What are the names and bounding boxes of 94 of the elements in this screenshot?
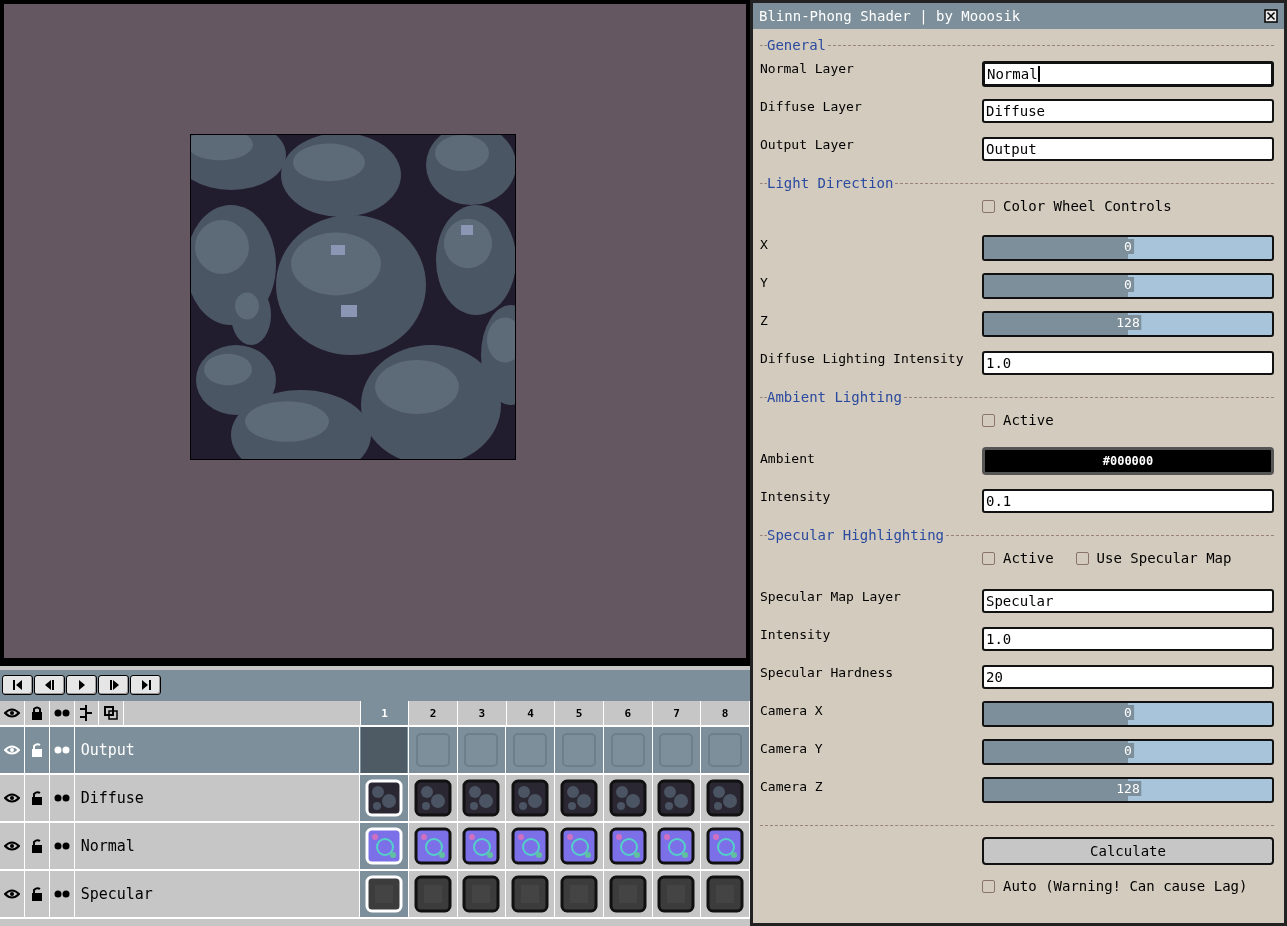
slider-value: 0 xyxy=(1122,239,1134,254)
text-field[interactable]: Normal xyxy=(982,61,1274,87)
field-label: Camera Y xyxy=(760,740,824,756)
close-icon[interactable] xyxy=(1264,9,1278,23)
field-label: Diffuse Layer xyxy=(760,98,863,114)
field-label: Normal Layer xyxy=(760,60,855,76)
unlocked-icon[interactable] xyxy=(30,791,43,805)
unlocked-icon[interactable] xyxy=(30,887,43,901)
cel-thumbnail[interactable] xyxy=(462,875,501,913)
cel-thumbnail[interactable] xyxy=(413,779,452,817)
field-label: Camera Z xyxy=(760,778,824,794)
field-label: Specular Map Layer xyxy=(760,588,902,604)
field-label: Ambient xyxy=(760,450,816,466)
slider-value: 0 xyxy=(1122,705,1134,720)
lock-icon[interactable] xyxy=(30,706,43,720)
cel-thumbnail[interactable] xyxy=(511,827,550,865)
unlocked-icon[interactable] xyxy=(30,839,43,853)
checkbox-label[interactable]: Active xyxy=(1003,550,1054,566)
checkbox[interactable] xyxy=(1075,551,1089,565)
next-frame-button[interactable] xyxy=(98,675,129,695)
text-field[interactable]: 0.1 xyxy=(982,489,1274,513)
cel-thumbnail[interactable] xyxy=(706,827,745,865)
checkbox[interactable] xyxy=(982,413,995,427)
section-heading: Ambient Lighting xyxy=(767,389,903,405)
dots-icon[interactable] xyxy=(53,709,70,717)
layers-icon[interactable] xyxy=(104,706,119,720)
checkbox[interactable] xyxy=(982,551,995,565)
section-heading: General xyxy=(767,37,827,53)
frame-number[interactable]: 7 xyxy=(652,701,702,725)
text-field[interactable]: Diffuse xyxy=(982,99,1274,123)
cel-thumbnail[interactable] xyxy=(706,875,745,913)
text-field[interactable]: Specular xyxy=(982,589,1274,613)
eye-icon[interactable] xyxy=(3,889,20,899)
field-label: Output Layer xyxy=(760,136,855,152)
play-button[interactable] xyxy=(66,675,97,695)
cel-thumbnail[interactable] xyxy=(511,875,550,913)
checkbox[interactable] xyxy=(982,199,995,213)
skip-start-icon xyxy=(10,679,25,691)
calculate-button[interactable]: Calculate xyxy=(982,837,1274,865)
cel-thumbnail[interactable] xyxy=(413,875,452,913)
slider-value: 128 xyxy=(1114,781,1142,796)
checkbox-label[interactable]: Active xyxy=(1003,412,1054,428)
field-label: Diffuse Lighting Intensity xyxy=(760,350,965,366)
eye-icon[interactable] xyxy=(3,793,20,803)
cel-thumbnail[interactable] xyxy=(559,875,598,913)
dots-icon[interactable] xyxy=(53,794,70,802)
first-frame-button[interactable] xyxy=(2,675,33,695)
field-label: X xyxy=(760,236,769,252)
slider-value: 128 xyxy=(1114,315,1142,330)
previous-frame-button[interactable] xyxy=(34,675,65,695)
field-label: Y xyxy=(760,274,769,290)
slider-value: 0 xyxy=(1122,743,1134,758)
cel-thumbnail[interactable] xyxy=(706,779,745,817)
frame-number[interactable]: 2 xyxy=(409,701,458,725)
cel-thumbnail[interactable] xyxy=(462,779,501,817)
frame-number[interactable]: 4 xyxy=(506,701,556,725)
cel-thumbnail[interactable] xyxy=(559,779,598,817)
checkbox[interactable] xyxy=(982,879,995,893)
dialog-title: Blinn-Phong Shader | by Mooosik xyxy=(759,8,1021,24)
text-field[interactable]: Output xyxy=(982,137,1274,161)
field-label: Z xyxy=(760,312,769,328)
cel-thumbnail[interactable] xyxy=(608,779,647,817)
dots-icon[interactable] xyxy=(53,890,70,898)
checkbox-label[interactable]: Use Specular Map xyxy=(1096,550,1232,566)
cel-thumbnail[interactable] xyxy=(413,827,452,865)
eye-icon[interactable] xyxy=(3,841,20,851)
cel-thumbnail[interactable] xyxy=(657,827,696,865)
frame-number[interactable]: 6 xyxy=(604,701,653,725)
cel-thumbnail[interactable] xyxy=(608,827,647,865)
section-heading: Specular Highlighting xyxy=(767,527,945,543)
field-label: Camera X xyxy=(760,702,824,718)
cel-thumbnail[interactable] xyxy=(608,875,647,913)
dots-icon[interactable] xyxy=(53,842,70,850)
cel-thumbnail[interactable] xyxy=(462,827,501,865)
cel-thumbnail[interactable] xyxy=(559,827,598,865)
field-label: Specular Hardness xyxy=(760,664,895,680)
field-label: Intensity xyxy=(760,488,832,504)
checkbox-label[interactable]: Auto (Warning! Can cause Lag) xyxy=(1003,878,1248,894)
eye-icon[interactable] xyxy=(3,708,20,718)
text-field[interactable]: 1.0 xyxy=(982,351,1274,375)
last-frame-button[interactable] xyxy=(130,675,161,695)
cel-thumbnail[interactable] xyxy=(657,779,696,817)
section-heading: Light Direction xyxy=(767,175,895,191)
cel-thumbnail[interactable] xyxy=(511,779,550,817)
slider-value: 0 xyxy=(1122,277,1134,292)
text-field[interactable]: 20 xyxy=(982,665,1274,689)
frame-number[interactable]: 3 xyxy=(457,701,507,725)
text-field[interactable]: 1.0 xyxy=(982,627,1274,651)
cel-thumbnail[interactable] xyxy=(657,875,696,913)
field-label: Intensity xyxy=(760,626,832,642)
dots-icon[interactable] xyxy=(53,746,70,754)
color-picker[interactable]: #000000 xyxy=(982,447,1274,475)
checkbox-label[interactable]: Color Wheel Controls xyxy=(1003,198,1172,214)
frame-number[interactable]: 5 xyxy=(555,701,604,725)
